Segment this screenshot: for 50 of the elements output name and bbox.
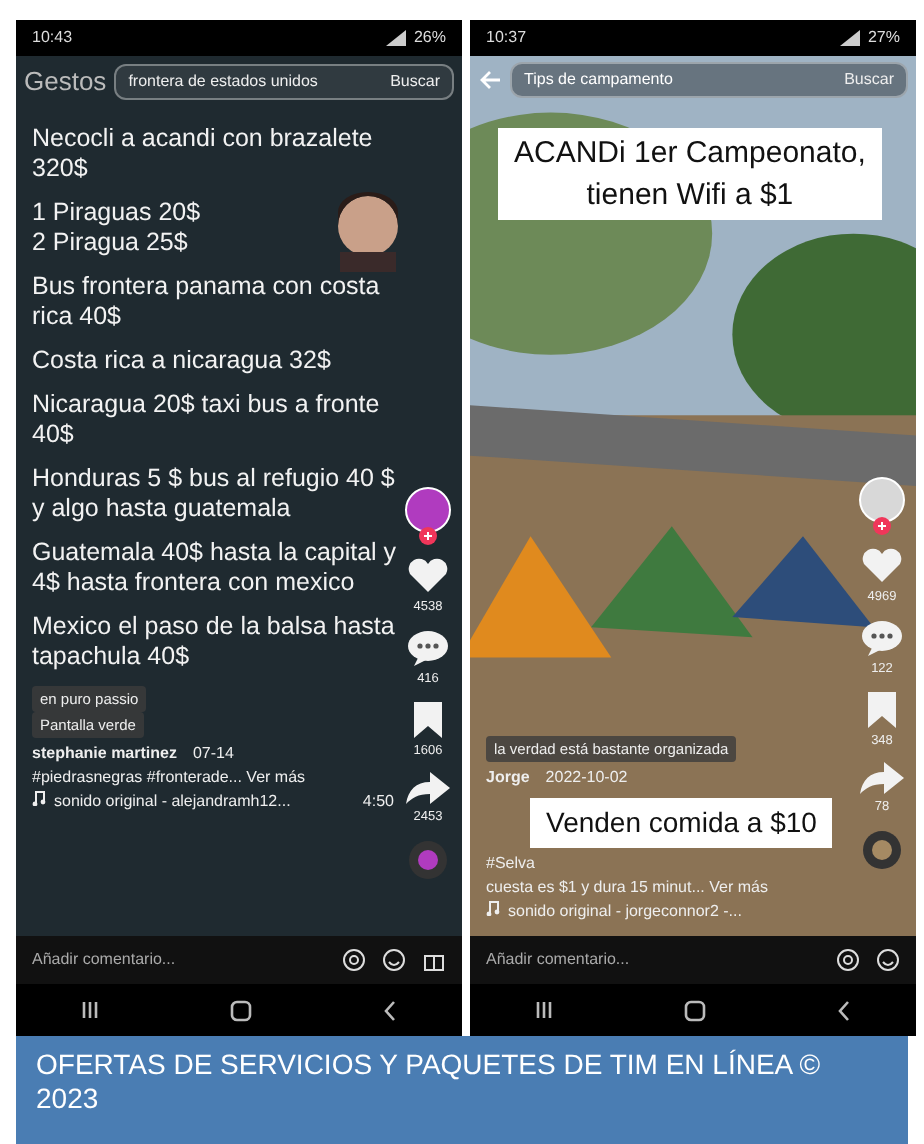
caption-text: Necocli a acandi con brazalete 320$ xyxy=(32,123,375,183)
bookmark-icon[interactable] xyxy=(412,701,444,737)
caption-text: Honduras 5 $ bus al refugio 40 $ y algo hasta guatemala xyxy=(32,463,397,523)
signal-icon xyxy=(385,30,406,46)
text-banner: ACANDi 1er Campeonato, tienen Wifi a $1 xyxy=(498,128,882,220)
at-sign-icon[interactable] xyxy=(342,948,366,972)
search-field[interactable]: Tips de campamento Buscar xyxy=(510,62,908,98)
avatar-icon[interactable] xyxy=(402,486,454,546)
search-field[interactable]: frontera de estados unidos Buscar xyxy=(114,63,454,100)
at-sign-icon[interactable] xyxy=(836,948,860,972)
post-date: 2022-10-02 xyxy=(545,766,628,790)
music-disc-icon[interactable] xyxy=(408,840,448,880)
back-label[interactable]: Gestos xyxy=(24,62,107,101)
emoji-icon[interactable] xyxy=(382,948,406,972)
figure-caption: OFERTAS DE SERVICIOS Y PAQUETES DE TIM EN LÍNEA © 2023 xyxy=(16,1036,908,1144)
share-icon[interactable] xyxy=(406,772,450,805)
text-banner: Venden comida a $10 xyxy=(530,798,833,848)
search-button[interactable]: Buscar xyxy=(844,68,894,92)
emoji-icon[interactable] xyxy=(876,948,900,972)
status-time: 10:37 xyxy=(486,26,527,50)
home-icon[interactable] xyxy=(683,999,706,1021)
video-time: 4:50 xyxy=(362,790,394,814)
signal-icon xyxy=(839,30,860,46)
home-icon[interactable] xyxy=(229,999,252,1021)
comment-icon[interactable] xyxy=(406,629,450,666)
author-name[interactable]: Jorge xyxy=(486,766,530,790)
heart-icon[interactable] xyxy=(406,558,450,594)
music-disc-icon[interactable] xyxy=(862,830,902,870)
caption-text: Guatemala 40$ hasta la capital y 4$ hasta frontera con mexico xyxy=(32,537,399,597)
recent-apps-icon[interactable] xyxy=(534,1000,555,1020)
back-icon[interactable] xyxy=(381,999,398,1021)
sound-name[interactable]: sonido original - alejandramh12... xyxy=(54,790,291,814)
caption-text: Costa rica a nicaragua 32$ xyxy=(32,345,331,375)
post-description: #piedrasnegras #fronterade... Ver más xyxy=(32,766,306,790)
battery-level: 26% xyxy=(413,26,446,50)
back-icon[interactable] xyxy=(835,999,852,1021)
music-note-icon xyxy=(32,790,46,806)
caption-text: Bus frontera panama con costa rica 40$ xyxy=(32,271,382,331)
status-time: 10:43 xyxy=(32,26,73,50)
sound-name[interactable]: sonido original - jorgeconnor2 -... xyxy=(508,900,742,924)
caption-text: Nicaragua 20$ taxi bus a fronte 40$ xyxy=(32,389,382,449)
music-note-icon xyxy=(486,900,500,916)
caption-text: 1 Piraguas 20$ 2 Piragua 25$ xyxy=(32,197,201,257)
search-button[interactable]: Buscar xyxy=(390,69,440,94)
post-date: 07-14 xyxy=(192,742,234,766)
recent-apps-icon[interactable] xyxy=(80,1000,101,1020)
caption-text: Mexico el paso de la balsa hasta tapachula 40$ xyxy=(32,611,397,671)
author-name[interactable]: stephanie martinez xyxy=(32,742,177,766)
comment-icon[interactable] xyxy=(860,619,904,656)
battery-level: 27% xyxy=(867,26,900,50)
